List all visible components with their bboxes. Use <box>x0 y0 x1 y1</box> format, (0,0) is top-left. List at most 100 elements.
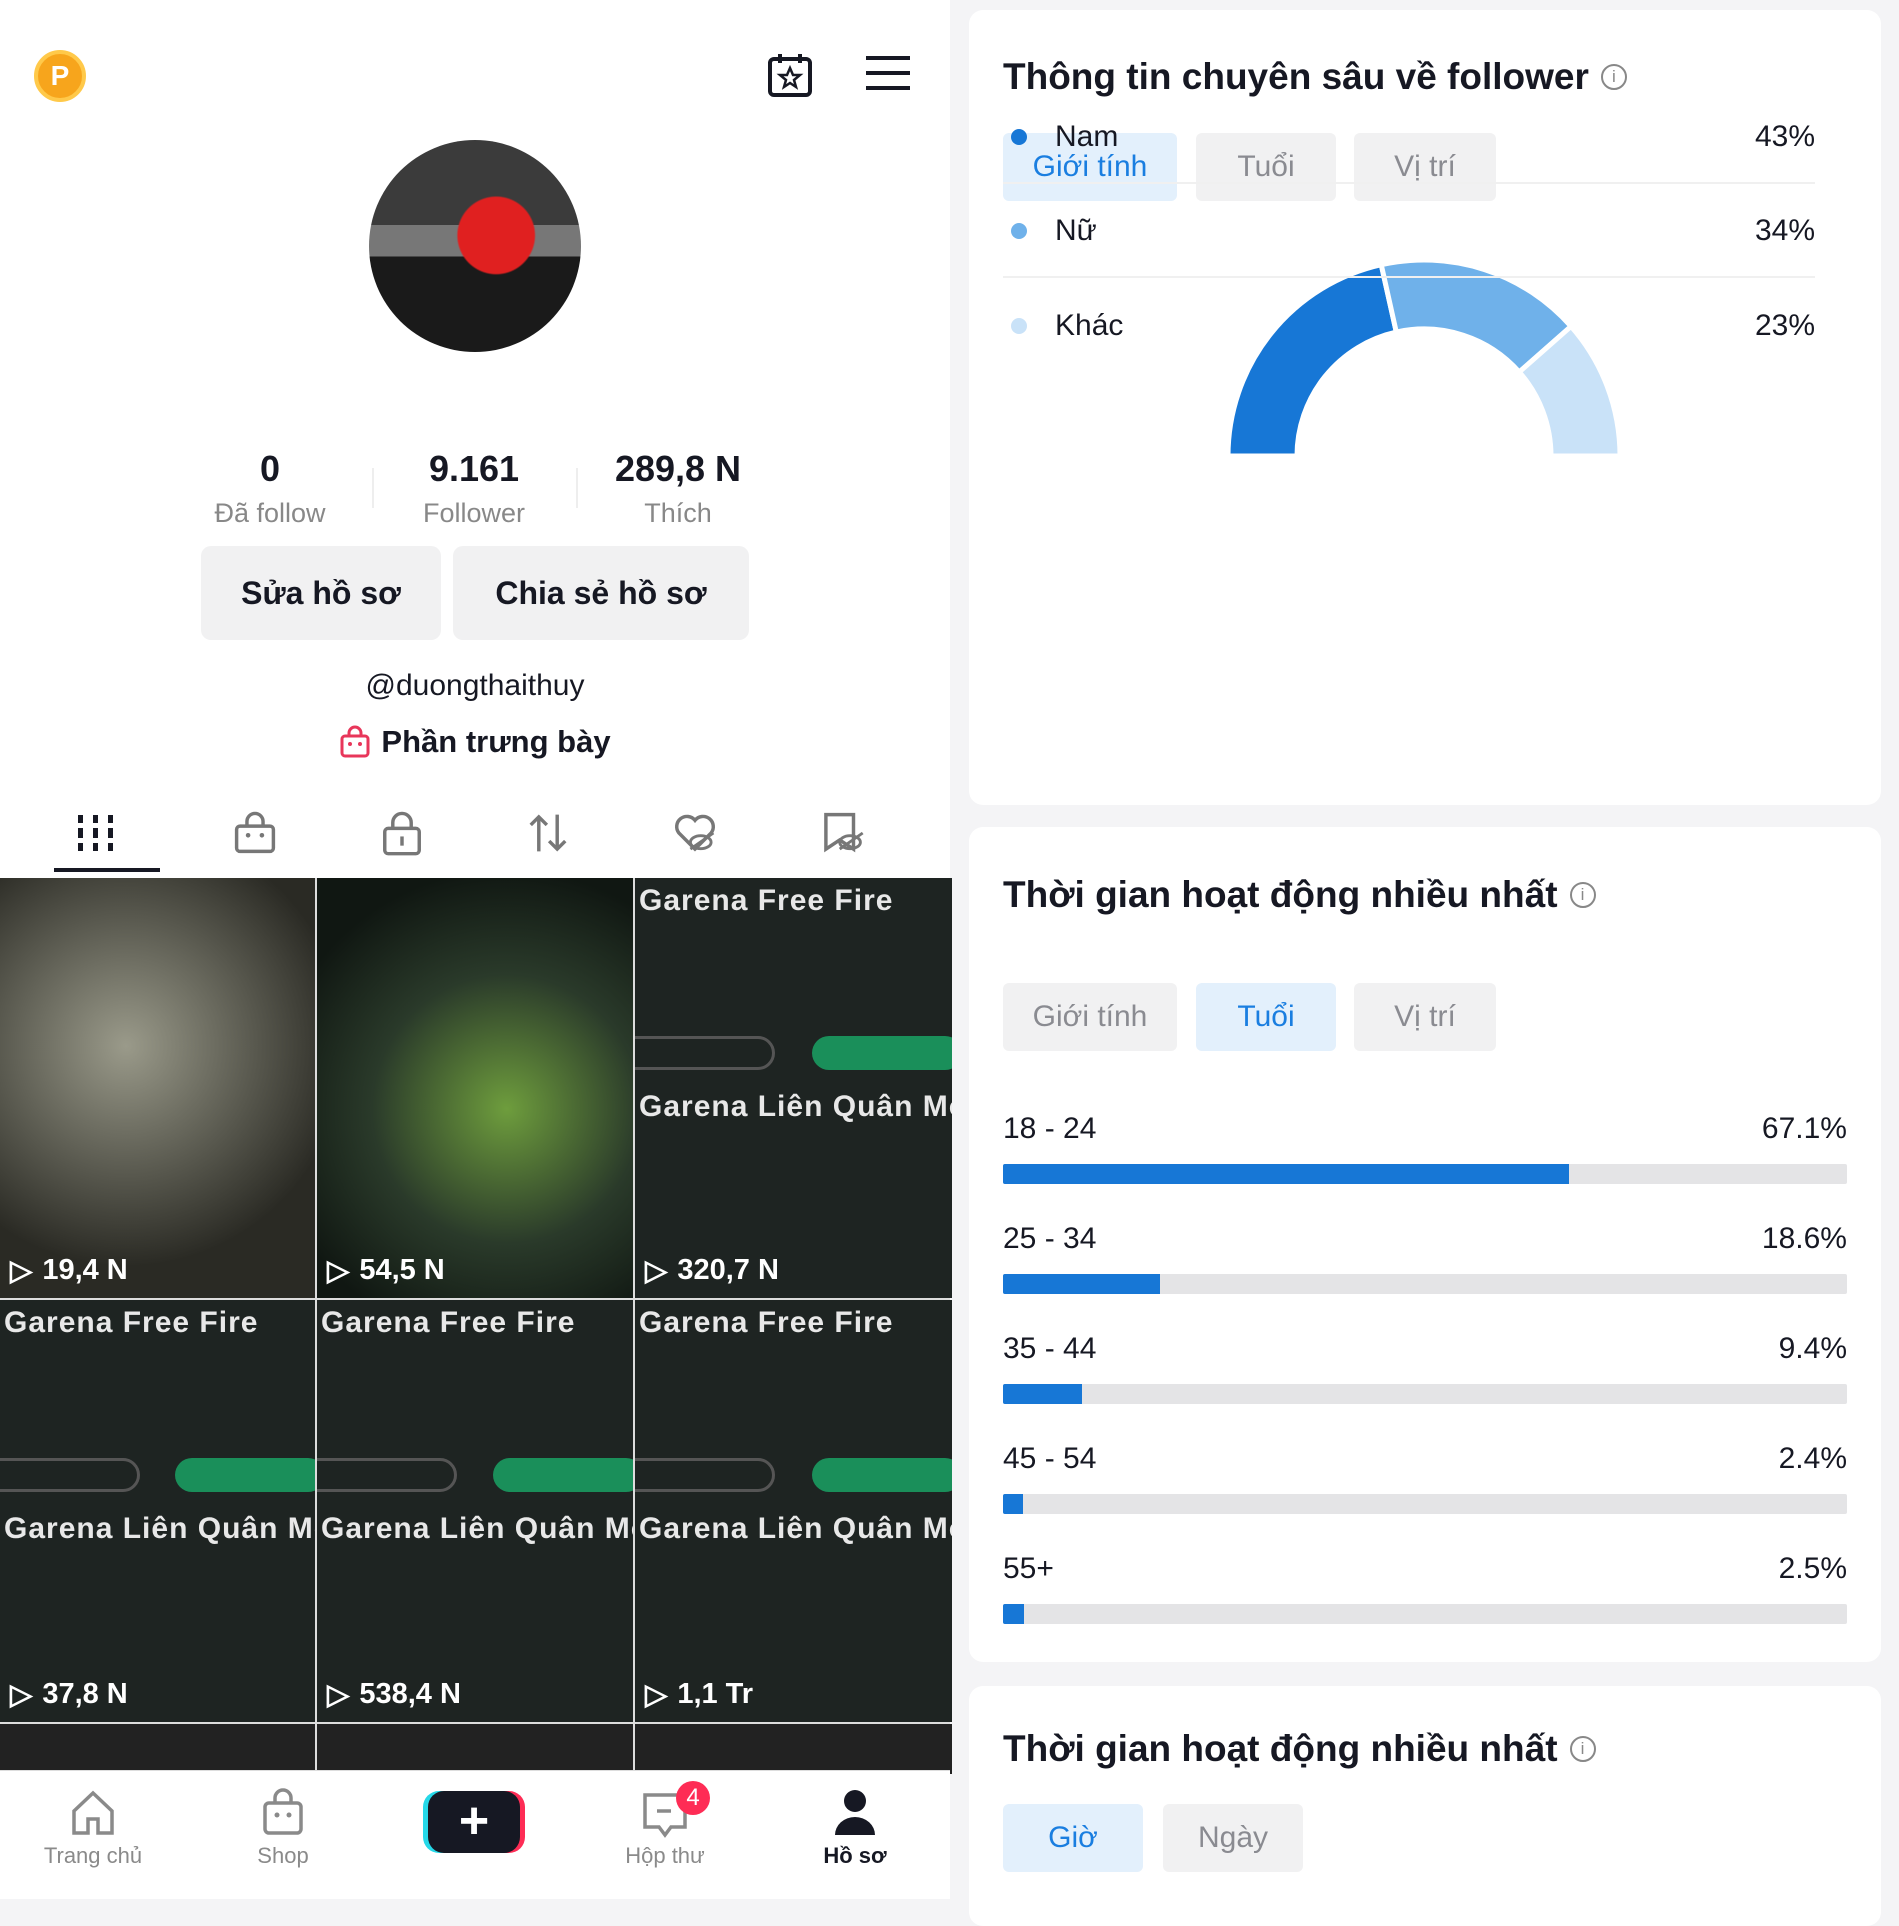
age-percent: 9.4% <box>1778 1332 1847 1365</box>
age-bar-track <box>1003 1494 1847 1514</box>
info-icon[interactable]: i <box>1600 64 1627 90</box>
stat-likes[interactable]: 289,8 N Thích <box>578 448 778 529</box>
video-thumbnail[interactable] <box>0 1724 315 1774</box>
legend-label: Nam <box>1055 120 1119 153</box>
thumb-caption: Garena Liên Quân Mobile <box>321 1512 633 1545</box>
legend-dot <box>1011 318 1027 334</box>
age-bar-fill <box>1003 1384 1083 1404</box>
following-label: Đã follow <box>214 498 326 528</box>
nav-inbox[interactable]: Hộp thư 4 <box>590 1771 740 1900</box>
shop-bag-icon[interactable] <box>230 810 280 856</box>
shop-icon <box>263 1788 303 1835</box>
age-row: 35 - 44 9.4% <box>1003 1332 1847 1404</box>
video-thumbnail[interactable]: Garena Free Fire Garena Liên Quân Mobile ▷… <box>635 1300 952 1722</box>
tab-day[interactable]: Ngày <box>1163 1804 1303 1872</box>
age-label: 18 - 24 <box>1003 1112 1097 1145</box>
age-bar-fill <box>1003 1494 1024 1514</box>
share-profile-button[interactable]: Chia sẻ hồ sơ <box>453 546 749 640</box>
likes-label: Thích <box>644 498 712 528</box>
age-row: 25 - 34 18.6% <box>1003 1222 1847 1294</box>
age-percent: 2.5% <box>1778 1552 1847 1585</box>
play-icon: ▷ <box>10 1255 33 1287</box>
stat-following[interactable]: 0 Đã follow <box>170 448 370 529</box>
saved-hidden-icon[interactable] <box>817 810 867 856</box>
thumb-caption: Garena Free Fire <box>321 1306 576 1339</box>
age-bar-track <box>1003 1274 1847 1294</box>
thumb-caption: Garena Liên Quân Mobile <box>639 1512 952 1545</box>
tab-gender[interactable]: Giới tính <box>1003 983 1177 1051</box>
age-row: 18 - 24 67.1% <box>1003 1112 1847 1184</box>
video-thumbnail[interactable]: ▷ 19,4 N <box>0 878 315 1298</box>
legend-item-1: Nữ 34% <box>1003 186 1815 278</box>
calendar-star-icon[interactable] <box>767 52 813 98</box>
tab-location[interactable]: Vị trí <box>1354 983 1496 1051</box>
profile-icon <box>835 1790 875 1835</box>
edit-profile-button[interactable]: Sửa hồ sơ <box>201 546 441 640</box>
age-label: 25 - 34 <box>1003 1222 1097 1255</box>
tab-age[interactable]: Tuổi <box>1196 983 1336 1051</box>
age-label: 45 - 54 <box>1003 1442 1097 1475</box>
age-percent: 2.4% <box>1778 1442 1847 1475</box>
info-icon[interactable]: i <box>1569 882 1596 908</box>
menu-icon[interactable] <box>866 56 910 90</box>
legend-percent: 23% <box>1754 309 1815 342</box>
bottom-nav: Trang chủ Shop + Hộp thư 4 Hồ sơ <box>0 1770 950 1899</box>
repost-icon[interactable] <box>523 810 573 856</box>
thumb-caption: Garena Free Fire <box>639 1306 894 1339</box>
video-thumbnail[interactable]: Garena Free Fire Garena Liên Quân Mobile ▷… <box>317 1300 633 1722</box>
showcase-link[interactable]: Phần trưng bày <box>0 724 950 760</box>
plus-icon: + <box>428 1791 520 1853</box>
view-count: ▷ 1,1 Tr <box>645 1678 754 1711</box>
info-icon[interactable]: i <box>1569 1736 1596 1762</box>
play-icon: ▷ <box>327 1255 350 1287</box>
stat-followers[interactable]: 9.161 Follower <box>374 448 574 529</box>
liked-hidden-icon[interactable] <box>670 810 720 856</box>
followers-count: 9.161 <box>428 448 520 489</box>
video-thumbnail[interactable]: Garena Free Fire Garena Liên Quân Mobile ▷… <box>0 1300 315 1722</box>
thumb-caption: Garena Free Fire <box>4 1306 259 1339</box>
video-thumbnail[interactable]: ▷ 54,5 N <box>317 878 633 1298</box>
home-icon <box>72 1790 114 1835</box>
nav-home[interactable]: Trang chủ <box>18 1771 168 1900</box>
coin-icon[interactable]: P <box>34 50 86 102</box>
likes-count: 289,8 N <box>614 448 742 489</box>
age-percent: 67.1% <box>1761 1112 1847 1145</box>
age-row: 55+ 2.5% <box>1003 1552 1847 1624</box>
followers-label: Follower <box>422 498 526 528</box>
activity-age-card: Thời gian hoạt động nhiều nhất i Giới tín… <box>969 827 1881 1662</box>
avatar[interactable] <box>369 140 581 352</box>
legend-dot <box>1011 223 1027 239</box>
video-thumbnail[interactable] <box>635 1724 952 1774</box>
view-count: ▷ 37,8 N <box>10 1678 128 1711</box>
nav-profile[interactable]: Hồ sơ <box>780 1771 930 1900</box>
video-thumbnail[interactable] <box>317 1724 633 1774</box>
create-button[interactable]: + <box>399 1771 549 1900</box>
shopping-bag-icon <box>340 725 370 758</box>
age-label: 55+ <box>1003 1552 1054 1585</box>
following-count: 0 <box>259 448 281 489</box>
age-row: 45 - 54 2.4% <box>1003 1442 1847 1514</box>
video-grid: ▷ 19,4 N ▷ 54,5 N Garena Free Fire Garena L… <box>0 878 952 1774</box>
thumb-caption: Garena Free Fire <box>639 884 894 917</box>
legend-dot <box>1011 129 1027 145</box>
grid-icon[interactable] <box>72 810 122 856</box>
thumb-caption: Garena Liên Quân Mobile <box>4 1512 315 1545</box>
view-count: ▷ 19,4 N <box>10 1254 128 1287</box>
lock-icon[interactable] <box>377 810 427 856</box>
follower-insights-card: Thông tin chuyên sâu về follower i Giới t… <box>969 10 1881 805</box>
play-icon: ▷ <box>645 1255 668 1287</box>
legend-percent: 43% <box>1754 120 1815 153</box>
tab-hour[interactable]: Giờ <box>1003 1804 1143 1872</box>
thumb-caption: Garena Liên Quân Mobile <box>639 1090 952 1123</box>
age-bar-track <box>1003 1604 1847 1624</box>
legend-item-2: Khác 23% <box>1003 280 1815 372</box>
age-label: 35 - 44 <box>1003 1332 1097 1365</box>
view-count: ▷ 320,7 N <box>645 1254 779 1287</box>
video-thumbnail[interactable]: Garena Free Fire Garena Liên Quân Mobile ▷… <box>635 878 952 1298</box>
view-count: ▷ 538,4 N <box>327 1678 461 1711</box>
showcase-label: Phần trưng bày <box>381 724 611 759</box>
nav-shop[interactable]: Shop <box>208 1771 358 1900</box>
age-bar-fill <box>1003 1274 1160 1294</box>
age-percent: 18.6% <box>1761 1222 1847 1255</box>
inbox-badge: 4 <box>676 1781 710 1815</box>
